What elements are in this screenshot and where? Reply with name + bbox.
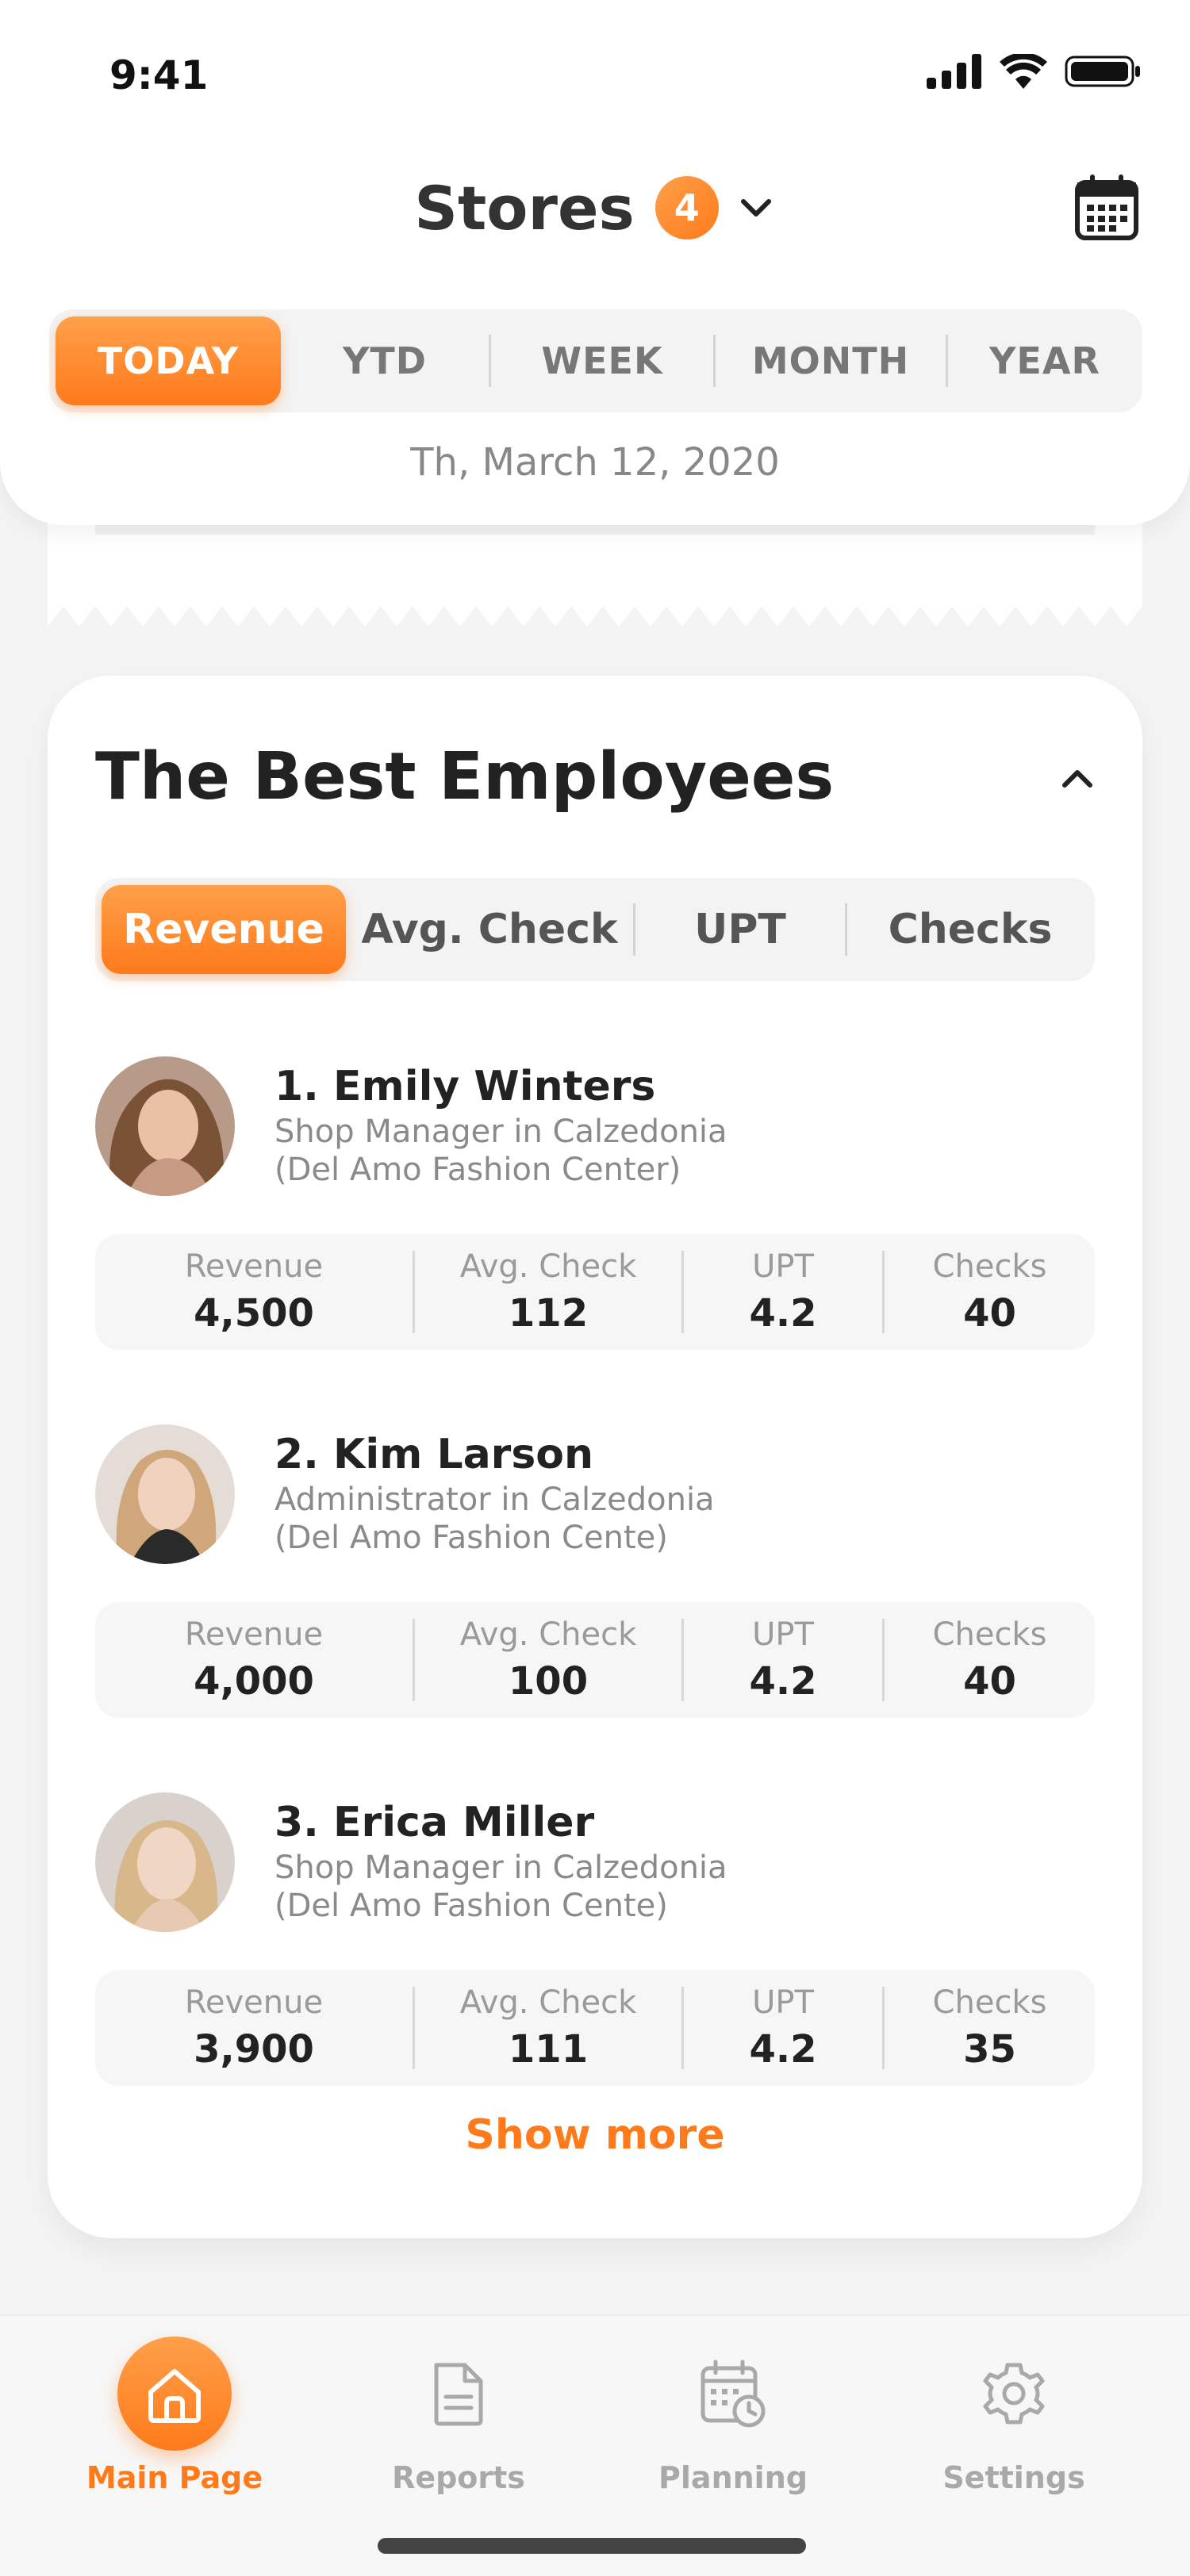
metric-tab-checks[interactable]: Checks <box>847 885 1093 974</box>
metric-segmented-control: Revenue Avg. Check UPT Checks <box>95 878 1095 981</box>
page-title: Stores <box>414 172 635 243</box>
stat-label: Avg. Check <box>459 1984 637 2021</box>
tab-settings[interactable]: Settings <box>895 2316 1133 2506</box>
stat-value: 4,500 <box>194 1291 314 1336</box>
metric-tab-avg-check[interactable]: Avg. Check <box>346 885 633 974</box>
employee-name: 2. Kim Larson <box>274 1431 594 1478</box>
store-count-badge: 4 <box>654 176 719 240</box>
stat-checks: Checks 40 <box>885 1602 1095 1718</box>
stat-checks: Checks 35 <box>885 1970 1095 2086</box>
employee-name: 3. Erica Miller <box>274 1799 595 1846</box>
period-tab-ytd[interactable]: YTD <box>281 316 489 405</box>
stat-avg-check: Avg. Check 111 <box>415 1970 681 2086</box>
status-bar: 9:41 <box>0 0 1190 143</box>
bottom-tab-bar: Main Page Reports Planning Settings <box>0 2314 1190 2576</box>
stat-label: Checks <box>932 1984 1047 2021</box>
home-indicator <box>378 2538 806 2554</box>
tab-label: Settings <box>942 2460 1085 2495</box>
employee-item[interactable]: 1. Emily Winters Shop Manager in Calzedo… <box>95 1056 1095 1374</box>
store-selector[interactable]: Stores 4 <box>0 168 1190 247</box>
chevron-up-icon[interactable] <box>1054 755 1101 803</box>
signal-icon <box>927 54 981 89</box>
status-icons <box>927 54 1141 89</box>
wifi-icon <box>1000 54 1047 89</box>
stat-value: 3,900 <box>194 2027 314 2072</box>
employee-location: (Del Amo Fashion Cente) <box>274 1888 668 1924</box>
period-tab-week[interactable]: WEEK <box>491 316 713 405</box>
receipt-line <box>95 523 1095 535</box>
employee-location: (Del Amo Fashion Center) <box>274 1152 681 1188</box>
best-employees-card: The Best Employees Revenue Avg. Check UP… <box>48 676 1142 2238</box>
stat-value: 4.2 <box>749 1291 817 1336</box>
stat-value: 4.2 <box>749 1659 817 1704</box>
home-icon <box>117 2336 232 2451</box>
tab-label: Reports <box>392 2460 525 2495</box>
metric-tab-revenue[interactable]: Revenue <box>102 885 346 974</box>
stat-avg-check: Avg. Check 100 <box>415 1602 681 1718</box>
section-title: The Best Employees <box>95 739 835 815</box>
stat-value: 35 <box>963 2027 1016 2072</box>
period-tab-year[interactable]: YEAR <box>948 316 1142 405</box>
header-card: 9:41 Stores 4 TODAY YTD WEEK MONTH YEAR … <box>0 0 1190 525</box>
calendar-clock-icon <box>676 2336 790 2451</box>
employee-item[interactable]: 3. Erica Miller Shop Manager in Calzedon… <box>95 1792 1095 2110</box>
stat-label: Revenue <box>184 1248 324 1285</box>
selected-date: Th, March 12, 2020 <box>410 440 780 485</box>
chevron-down-icon[interactable] <box>736 188 776 228</box>
stat-label: Checks <box>932 1616 1047 1653</box>
stat-value: 111 <box>508 2027 589 2072</box>
stat-label: UPT <box>752 1248 814 1285</box>
employee-stats: Revenue 4,000 Avg. Check 100 UPT 4.2 Che… <box>95 1602 1095 1718</box>
tab-planning[interactable]: Planning <box>614 2316 852 2506</box>
battery-icon <box>1065 56 1140 87</box>
stat-label: UPT <box>752 1984 814 2021</box>
stat-label: Revenue <box>184 1984 324 2021</box>
period-tab-month[interactable]: MONTH <box>716 316 946 405</box>
employee-name: 1. Emily Winters <box>274 1063 656 1110</box>
employee-location: (Del Amo Fashion Cente) <box>274 1520 668 1556</box>
stat-upt: UPT 4.2 <box>684 1602 882 1718</box>
stat-value: 112 <box>508 1291 589 1336</box>
metric-tab-upt[interactable]: UPT <box>635 885 845 974</box>
status-time: 9:41 <box>109 52 209 98</box>
avatar <box>95 1056 235 1196</box>
stat-label: UPT <box>752 1616 814 1653</box>
period-segmented-control: TODAY YTD WEEK MONTH YEAR <box>49 309 1142 412</box>
show-more-link[interactable]: Show more <box>48 2111 1142 2159</box>
employee-role: Shop Manager in Calzedonia <box>274 1850 727 1886</box>
stat-upt: UPT 4.2 <box>684 1234 882 1350</box>
stat-value: 40 <box>963 1659 1016 1704</box>
stat-checks: Checks 40 <box>885 1234 1095 1350</box>
avatar <box>95 1424 235 1564</box>
tab-reports[interactable]: Reports <box>340 2316 578 2506</box>
zigzag-edge <box>48 606 1142 631</box>
period-tab-today[interactable]: TODAY <box>56 316 281 405</box>
stat-label: Revenue <box>184 1616 324 1653</box>
stat-value: 100 <box>508 1659 589 1704</box>
stat-value: 40 <box>963 1291 1016 1336</box>
stat-revenue: Revenue 3,900 <box>95 1970 413 2086</box>
stat-revenue: Revenue 4,500 <box>95 1234 413 1350</box>
avatar <box>95 1792 235 1932</box>
gear-icon <box>957 2336 1071 2451</box>
stat-label: Avg. Check <box>459 1616 637 1653</box>
stat-value: 4,000 <box>194 1659 314 1704</box>
stat-upt: UPT 4.2 <box>684 1970 882 2086</box>
stat-label: Checks <box>932 1248 1047 1285</box>
tab-label: Planning <box>658 2460 808 2495</box>
stat-avg-check: Avg. Check 112 <box>415 1234 681 1350</box>
document-icon <box>401 2336 516 2451</box>
employee-stats: Revenue 3,900 Avg. Check 111 UPT 4.2 Che… <box>95 1970 1095 2086</box>
employee-stats: Revenue 4,500 Avg. Check 112 UPT 4.2 Che… <box>95 1234 1095 1350</box>
tab-main-page[interactable]: Main Page <box>56 2316 294 2506</box>
stat-revenue: Revenue 4,000 <box>95 1602 413 1718</box>
tab-label: Main Page <box>86 2460 263 2495</box>
calendar-icon[interactable] <box>1071 173 1142 244</box>
employee-role: Shop Manager in Calzedonia <box>274 1114 727 1150</box>
employee-role: Administrator in Calzedonia <box>274 1482 715 1518</box>
stat-label: Avg. Check <box>459 1248 637 1285</box>
employee-item[interactable]: 2. Kim Larson Administrator in Calzedoni… <box>95 1424 1095 1742</box>
stat-value: 4.2 <box>749 2027 817 2072</box>
